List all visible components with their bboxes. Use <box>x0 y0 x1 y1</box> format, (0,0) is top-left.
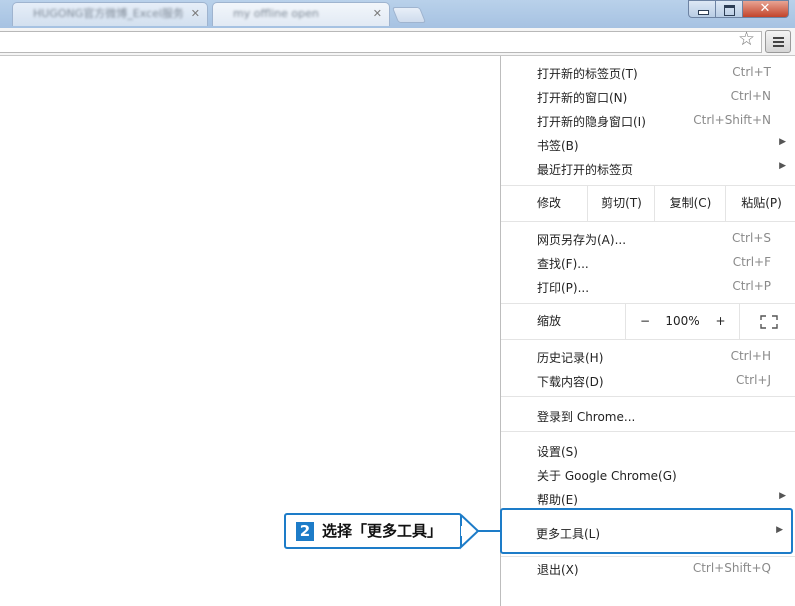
star-icon[interactable]: ☆ <box>738 29 755 49</box>
menu-item-label: 最近打开的标签页 <box>537 163 634 177</box>
shortcut-text: Ctrl+F <box>732 255 771 269</box>
edit-row: 修改 剪切(T) 复制(C) 粘贴(P) <box>501 186 795 221</box>
instruction-callout: 2 选择「更多工具」 <box>284 513 462 549</box>
shortcut-text: Ctrl+Shift+N <box>693 113 771 127</box>
new-tab-button[interactable] <box>391 7 427 23</box>
menu-item-label: 历史记录(H) <box>537 351 604 365</box>
menu-item-history[interactable]: 历史记录(H) Ctrl+H <box>501 344 795 368</box>
fullscreen-icon <box>759 314 778 329</box>
step-instruction-text: 选择「更多工具」 <box>322 522 443 540</box>
zoom-row: 缩放 − 100% + <box>501 304 795 339</box>
menu-item-label: 关于 Google Chrome(G) <box>537 469 677 483</box>
submenu-arrow-icon: ▶ <box>779 137 786 147</box>
menu-item-label: 网页另存为(A)... <box>537 233 627 247</box>
menu-item-label: 书签(B) <box>537 139 579 153</box>
hamburger-menu-icon <box>773 37 784 39</box>
menu-separator <box>501 431 795 432</box>
address-bar[interactable] <box>0 31 762 53</box>
minimize-icon <box>698 10 709 15</box>
menu-separator <box>501 396 795 397</box>
edit-label: 修改 <box>537 196 562 210</box>
menu-item-bookmarks[interactable]: 书签(B) ▶ <box>501 132 795 156</box>
zoom-label: 缩放 <box>537 314 562 328</box>
menu-item-label: 查找(F)... <box>537 257 589 271</box>
menu-item-more-tools[interactable]: 更多工具(L) ▶ <box>500 508 793 554</box>
menu-item-print[interactable]: 打印(P)... Ctrl+P <box>501 274 795 298</box>
callout-pointer-icon <box>460 514 502 550</box>
menu-item-label: 打印(P)... <box>537 281 590 295</box>
paste-button[interactable]: 粘贴(P) <box>725 186 795 221</box>
close-icon: ✕ <box>759 1 771 16</box>
menu-item-save-as[interactable]: 网页另存为(A)... Ctrl+S <box>501 226 795 250</box>
submenu-arrow-icon: ▶ <box>779 161 786 171</box>
maximize-icon <box>724 5 735 16</box>
zoom-level: 100% <box>665 314 700 328</box>
menu-item-find[interactable]: 查找(F)... Ctrl+F <box>501 250 795 274</box>
tab-close-icon[interactable]: ✕ <box>373 3 382 25</box>
menu-item-new-window[interactable]: 打开新的窗口(N) Ctrl+N <box>501 84 795 108</box>
shortcut-text: Ctrl+S <box>731 231 771 245</box>
menu-item-label: 退出(X) <box>537 563 579 577</box>
close-window-button[interactable]: ✕ <box>743 0 789 18</box>
minimize-button[interactable] <box>688 0 716 18</box>
menu-item-label: 打开新的窗口(N) <box>537 91 628 105</box>
title-bar: HUGONG官方微博_Excel服务 ✕ my offline open ✕ ✕ <box>0 0 795 28</box>
submenu-arrow-icon: ▶ <box>779 491 786 501</box>
copy-button[interactable]: 复制(C) <box>654 186 726 221</box>
menu-item-recent-tabs[interactable]: 最近打开的标签页 ▶ <box>501 156 795 180</box>
menu-item-new-tab[interactable]: 打开新的标签页(T) Ctrl+T <box>501 60 795 84</box>
menu-item-sign-in[interactable]: 登录到 Chrome... <box>501 403 795 427</box>
menu-item-about[interactable]: 关于 Google Chrome(G) <box>501 462 795 486</box>
shortcut-text: Ctrl+H <box>730 349 771 363</box>
menu-separator <box>501 221 795 222</box>
fullscreen-button[interactable] <box>739 304 795 339</box>
shortcut-text: Ctrl+P <box>732 279 771 293</box>
browser-tab-1[interactable]: HUGONG官方微博_Excel服务 ✕ <box>12 2 208 26</box>
toolbar: ☆ <box>0 28 795 56</box>
menu-item-settings[interactable]: 设置(S) <box>501 438 795 462</box>
cut-button[interactable]: 剪切(T) <box>587 186 655 221</box>
menu-separator <box>501 339 795 340</box>
menu-item-label: 登录到 Chrome... <box>537 410 636 424</box>
zoom-in-button[interactable]: + <box>702 304 739 339</box>
zoom-out-button[interactable]: − <box>625 304 664 339</box>
tab-title: my offline open <box>233 7 319 20</box>
menu-item-label: 更多工具(L) <box>536 527 601 541</box>
shortcut-text: Ctrl+T <box>732 65 771 79</box>
step-number-badge: 2 <box>296 522 314 541</box>
shortcut-text: Ctrl+N <box>730 89 771 103</box>
menu-item-exit[interactable]: 退出(X) Ctrl+Shift+Q <box>501 556 795 580</box>
shortcut-text: Ctrl+J <box>736 373 771 387</box>
menu-item-label: 帮助(E) <box>537 493 578 507</box>
menu-item-incognito[interactable]: 打开新的隐身窗口(I) Ctrl+Shift+N <box>501 108 795 132</box>
shortcut-text: Ctrl+Shift+Q <box>692 561 771 575</box>
submenu-arrow-icon: ▶ <box>776 525 783 535</box>
menu-item-label: 设置(S) <box>537 445 578 459</box>
tab-close-icon[interactable]: ✕ <box>191 3 200 25</box>
menu-item-help[interactable]: 帮助(E) ▶ <box>501 486 795 510</box>
tab-title: HUGONG官方微博_Excel服务 <box>33 7 184 20</box>
menu-item-label: 打开新的标签页(T) <box>537 67 638 81</box>
menu-item-label: 下载内容(D) <box>537 375 604 389</box>
browser-tab-2[interactable]: my offline open ✕ <box>212 2 390 26</box>
chrome-menu-button[interactable] <box>765 30 791 53</box>
maximize-button[interactable] <box>716 0 743 18</box>
menu-item-downloads[interactable]: 下载内容(D) Ctrl+J <box>501 368 795 392</box>
menu-item-label: 打开新的隐身窗口(I) <box>537 115 646 129</box>
